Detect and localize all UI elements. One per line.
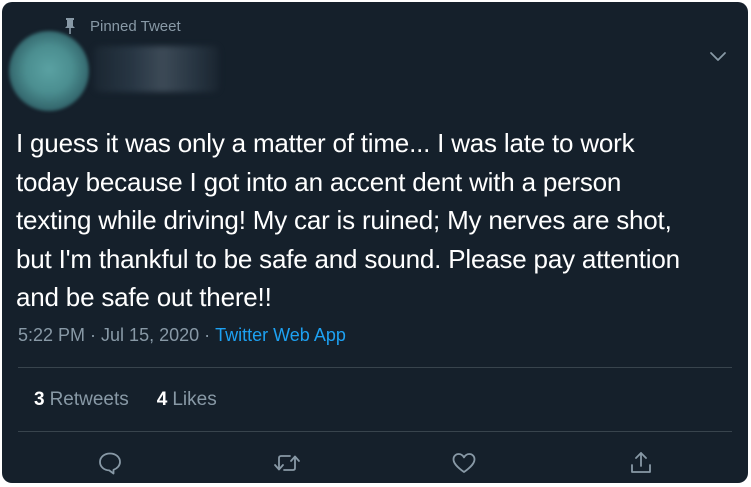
- reply-icon[interactable]: [95, 448, 125, 478]
- pinned-indicator: Pinned Tweet: [64, 16, 181, 36]
- heart-icon[interactable]: [449, 448, 479, 478]
- likes-label: Likes: [172, 389, 217, 410]
- likes-count: 4: [156, 389, 168, 410]
- meta-separator: ·: [90, 325, 97, 345]
- tweet-text: I guess it was only a matter of time... …: [16, 128, 680, 312]
- divider: [18, 367, 732, 368]
- tweet-date[interactable]: Jul 15, 2020: [101, 325, 199, 345]
- share-icon[interactable]: [626, 448, 656, 478]
- pin-icon: [64, 18, 76, 34]
- author-name-blurred[interactable]: [94, 46, 219, 92]
- tweet-source-link[interactable]: Twitter Web App: [215, 325, 346, 345]
- avatar[interactable]: [9, 31, 89, 111]
- tweet-card: Pinned Tweet I guess it was only a matte…: [2, 2, 748, 483]
- tweet-time[interactable]: 5:22 PM: [18, 325, 85, 345]
- retweets-count: 3: [34, 389, 45, 410]
- tweet-meta: 5:22 PM · Jul 15, 2020 · Twitter Web App: [18, 325, 346, 346]
- pinned-label: Pinned Tweet: [90, 17, 181, 35]
- retweets-stat[interactable]: 3 Retweets: [34, 389, 129, 411]
- chevron-down-icon[interactable]: [708, 46, 728, 66]
- tweet-stats: 3 Retweets 4 Likes: [34, 389, 217, 411]
- meta-separator: ·: [204, 325, 211, 345]
- divider: [18, 431, 732, 432]
- tweet-actions: [2, 448, 748, 478]
- retweet-icon[interactable]: [272, 448, 302, 478]
- likes-stat[interactable]: 4 Likes: [157, 389, 217, 411]
- retweets-label: Retweets: [49, 389, 129, 410]
